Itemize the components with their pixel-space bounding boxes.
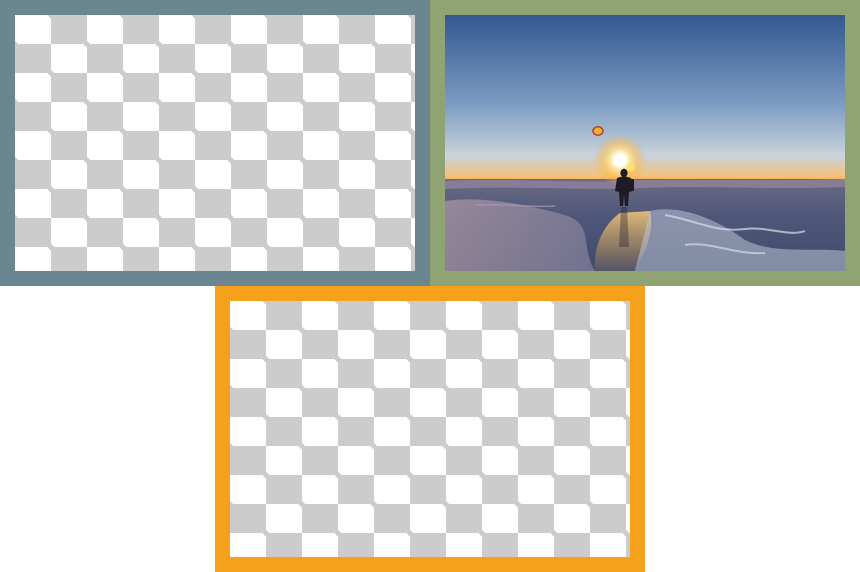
image-tile-3[interactable]	[215, 286, 645, 572]
transparent-placeholder	[230, 301, 630, 557]
sun	[613, 153, 627, 167]
transparent-placeholder	[15, 15, 415, 271]
frisbee	[592, 126, 604, 136]
image-tile-2[interactable]	[430, 0, 860, 286]
image-tile-1[interactable]	[0, 0, 430, 286]
sunset-photo	[445, 15, 845, 271]
